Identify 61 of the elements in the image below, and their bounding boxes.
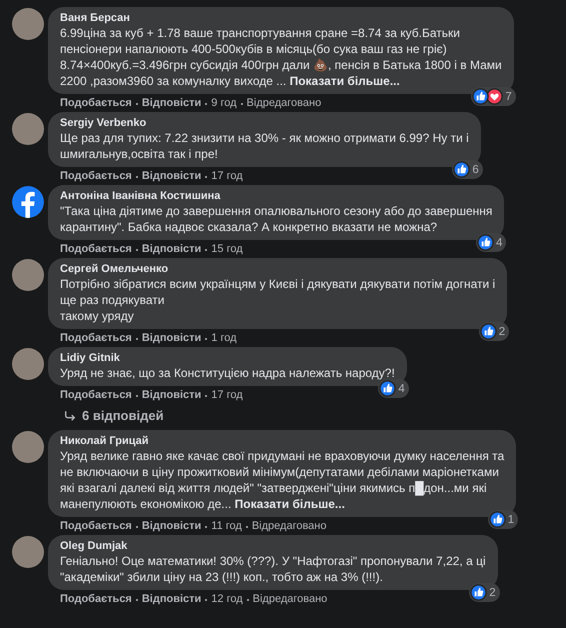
author-name[interactable]: Николай Грицай: [60, 434, 504, 448]
reaction-badge[interactable]: 2: [478, 322, 510, 341]
comment-time[interactable]: 1 год: [211, 332, 237, 345]
reply-link[interactable]: Відповісти: [142, 332, 202, 345]
author-name[interactable]: Oleg Dumjak: [60, 539, 486, 553]
like-link[interactable]: Подобається: [60, 97, 132, 110]
comment-text: 6.99ціна за куб + 1.78 ваше транспортування сране =8.74 за куб.Батьки пенсіонери напалюють 400-500кубів в місяць(бо сука ваш газ не гріє) 8.74×400куб.=3.496грн субсидія 400грн дали 💩, пенсія в Батька 1800 і в Мами 2200 ,разом3960 за комуналку виходе ... Показати більше...: [60, 25, 502, 89]
comment-time[interactable]: 11 год: [211, 520, 242, 533]
edited-label: Відредаговано: [252, 520, 326, 533]
reply-link[interactable]: Відповісти: [142, 97, 202, 110]
like-link[interactable]: Подобається: [60, 170, 132, 183]
thumbs-up-icon: [453, 161, 470, 178]
like-link[interactable]: Подобається: [60, 389, 132, 402]
edited-label: Відредаговано: [246, 97, 322, 110]
comment-text: Ще раз для тупих: 7.22 знизити на 30% - як можно отримати 6.99? Ну ти і шмигальнув,освіта так і пре!: [60, 130, 469, 162]
thumbs-up-icon: [472, 88, 490, 105]
comment-time[interactable]: 15 год: [211, 243, 243, 256]
thumbs-up-icon: [480, 323, 497, 340]
avatar-placeholder[interactable]: [12, 8, 44, 40]
author-name[interactable]: Ваня Берсан: [60, 11, 502, 25]
comment-text: Геніально! Оце математики! 30% (???). У "Нафтогазі" пропонували 7,22, а ці "академіки" збили ціну на 23 (!!!) коп., тобто аж на 3% (!!!).: [60, 553, 486, 585]
reaction-badge[interactable]: 6: [452, 160, 483, 179]
author-name[interactable]: Sergiy Verbenko: [60, 116, 469, 130]
avatar-placeholder[interactable]: [12, 113, 44, 145]
reaction-badge[interactable]: 2: [469, 583, 500, 602]
comment-text: "Така ціна діятиме до завершення опалювального сезону або до завершення карантину". Бабка надвоє сказала? А конкретно вказати не можна?: [60, 203, 492, 235]
author-name[interactable]: Сергей Омельченко: [60, 262, 496, 276]
comment-text: Потрібно зібратися всим українцям у Києві і дякувати дякувати потім догнати і ще раз подякувати такому уряду: [60, 276, 496, 324]
reply-link[interactable]: Відповісти: [142, 593, 202, 606]
edited-label: Відредаговано: [252, 593, 328, 606]
thumbs-up-icon: [477, 234, 494, 251]
like-link[interactable]: Подобається: [60, 520, 132, 533]
facebook-logo-icon[interactable]: [12, 186, 44, 218]
reaction-badge[interactable]: 4: [378, 379, 409, 398]
thumbs-up-icon: [379, 380, 396, 397]
thumbs-up-icon: [488, 511, 506, 528]
reaction-badge[interactable]: 1: [488, 510, 518, 529]
reaction-badge[interactable]: 7: [471, 87, 516, 106]
avatar-placeholder[interactable]: [12, 536, 44, 568]
reply-link[interactable]: Відповісти: [142, 389, 202, 402]
comment-time[interactable]: 17 год: [211, 170, 243, 183]
like-link[interactable]: Подобається: [60, 593, 132, 606]
author-name[interactable]: Антоніна Іванівна Костишина: [60, 189, 492, 203]
reply-link[interactable]: Відповісти: [142, 520, 202, 533]
author-name[interactable]: Lidiy Gitnik: [60, 351, 395, 365]
comment-time[interactable]: 9 год: [211, 97, 237, 110]
reply-link[interactable]: Відповісти: [142, 170, 202, 183]
like-link[interactable]: Подобається: [60, 332, 132, 345]
reply-link[interactable]: Відповісти: [142, 243, 202, 256]
avatar-placeholder[interactable]: [12, 348, 44, 380]
like-link[interactable]: Подобається: [60, 243, 132, 256]
reaction-badge[interactable]: 4: [476, 233, 506, 252]
reply-arrow-icon: [64, 410, 76, 421]
comment-text: Уряд велике гавно яке качає свої придумані не враховуючи думку населення та не включаючи в ціну прожитковий мінімум(депутатами дебілами маріонетками які взагалі далекі від життя людей" "затверджені"ціни якимись п█дон...ми які манепулюють економікою де... Показати більше...: [60, 448, 504, 512]
comment-time[interactable]: 17 год: [211, 389, 243, 402]
comment-time[interactable]: 12 год: [211, 593, 243, 606]
thumbs-up-icon: [470, 584, 488, 601]
avatar-placeholder[interactable]: [12, 431, 44, 463]
avatar-placeholder[interactable]: [12, 259, 44, 291]
view-replies-link[interactable]: 6 відповідей: [64, 408, 164, 423]
comment-text: Уряд не знає, що за Конституцією надра належать народу?!: [60, 365, 395, 381]
